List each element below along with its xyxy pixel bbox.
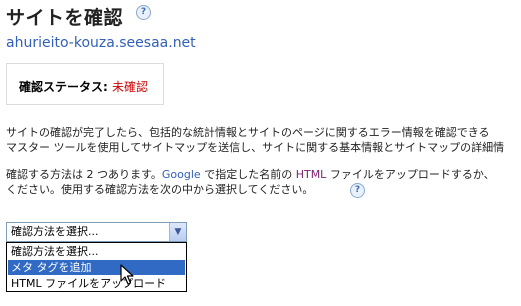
help-icon[interactable]: ? xyxy=(136,5,151,20)
method-line-1: 確認する方法は 2 つあります。Google で指定した名前の HTML ファイ… xyxy=(6,167,495,182)
method-line-2: ください。使用する確認方法を次の中から選択してください。 xyxy=(6,183,314,196)
status-value: 未確認 xyxy=(111,80,148,94)
select-current-value: 確認方法を選択... xyxy=(11,225,99,238)
method-text-part: 確認する方法は 2 つあります。 xyxy=(6,168,162,181)
status-label: 確認ステータス: xyxy=(19,80,112,94)
option-add-meta-tag[interactable]: メタ タグを追加 xyxy=(8,260,185,275)
page-title: サイトを確認 xyxy=(6,7,124,29)
description-text: サイトの確認が完了したら、包括的な統計情報とサイトのページに関するエラー情報を確… xyxy=(6,125,504,155)
description-line-2: マスター ツールを使用してサイトマップを送信し、サイトに関する基本情報とサイトマ… xyxy=(6,141,505,154)
method-instructions: 確認する方法は 2 つあります。Google で指定した名前の HTML ファイ… xyxy=(6,167,495,197)
site-url-link[interactable]: ahurieito-kouza.seesaa.net xyxy=(6,35,196,51)
method-help-icon[interactable]: ? xyxy=(350,183,365,198)
option-upload-html-file[interactable]: HTML ファイルをアップロード xyxy=(8,276,185,291)
mouse-cursor-icon xyxy=(120,264,134,285)
google-link[interactable]: Google xyxy=(162,168,201,181)
html-term: HTML xyxy=(295,168,327,181)
chevron-down-icon[interactable]: ▼ xyxy=(169,223,186,241)
description-line-1: サイトの確認が完了したら、包括的な統計情報とサイトのページに関するエラー情報を確… xyxy=(6,126,490,139)
method-text-part: ファイルをアップロードするか、 xyxy=(326,168,495,181)
option-select-method[interactable]: 確認方法を選択... xyxy=(8,244,185,259)
method-text-part: で指定した名前の xyxy=(200,168,296,181)
verification-status: 確認ステータス: 未確認 xyxy=(19,78,148,95)
verification-method-select[interactable]: 確認方法を選択... ▼ xyxy=(6,222,187,242)
select-dropdown-list: 確認方法を選択... メタ タグを追加 HTML ファイルをアップロード xyxy=(6,242,187,292)
